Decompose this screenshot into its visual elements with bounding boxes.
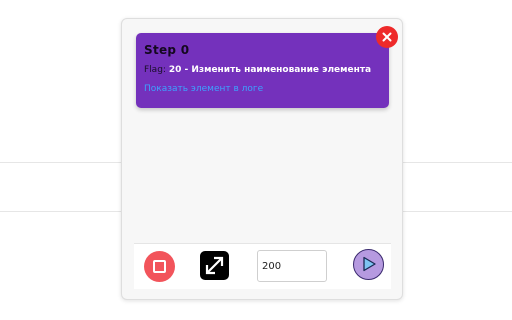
expand-button[interactable] [200,251,229,280]
stop-icon [153,260,166,273]
flag-row: Flag: 20 - Изменить наименование элемент… [144,65,381,75]
show-in-log-link[interactable]: Показать элемент в логе [144,84,381,94]
play-icon [363,256,376,272]
close-icon [382,32,392,42]
step-title: Step 0 [144,43,190,57]
stop-button[interactable] [144,251,175,282]
expand-icon [205,256,224,275]
step-card: Step 0 Flag: 20 - Изменить наименование … [136,33,389,108]
close-button[interactable] [376,26,398,48]
play-button[interactable] [353,249,384,280]
recorder-panel: Step 0 Flag: 20 - Изменить наименование … [121,18,403,300]
delay-input[interactable] [257,250,327,282]
flag-label: Flag: [144,65,166,75]
flag-value: 20 - Изменить наименование элемента [168,65,372,75]
player-toolbar [134,243,391,289]
